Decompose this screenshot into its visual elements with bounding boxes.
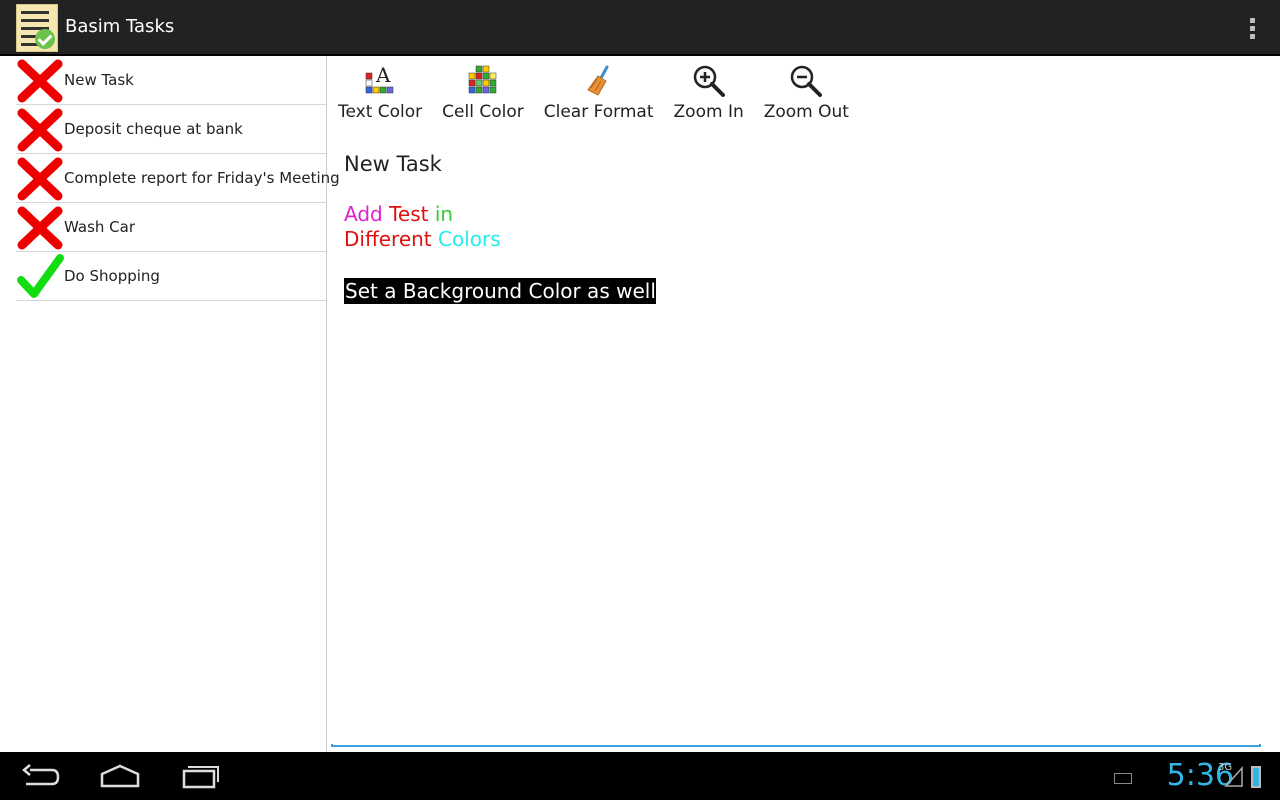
editor-title[interactable]: New Task (344, 152, 1244, 176)
overflow-menu-icon[interactable] (1248, 16, 1256, 40)
highlighted-text[interactable]: Set a Background Color as well (344, 278, 656, 304)
back-icon[interactable] (18, 762, 62, 790)
colored-word: Colors (438, 227, 501, 251)
task-label: Wash Car (64, 218, 135, 236)
incomplete-x-icon[interactable] (16, 205, 64, 251)
app-title: Basim Tasks (65, 16, 175, 37)
recent-apps-icon[interactable] (178, 762, 222, 790)
task-item-wash-car[interactable]: Wash Car (16, 203, 326, 252)
task-item-do-shopping[interactable]: Do Shopping (16, 252, 326, 301)
task-item-new-task[interactable]: New Task (16, 56, 326, 105)
check-badge-icon (35, 29, 55, 49)
format-toolbar: A Text Color Cell Color Clear Format Zoo… (328, 60, 859, 130)
colored-word: in (434, 202, 454, 226)
text-color-button[interactable]: A Text Color (328, 60, 432, 130)
task-list: New Task Deposit cheque at bank Complete… (0, 56, 340, 752)
task-label: Do Shopping (64, 267, 160, 285)
cell-color-icon (468, 65, 497, 94)
zoom-in-button[interactable]: Zoom In (664, 60, 754, 130)
colored-word: Test (389, 202, 429, 226)
task-item-deposit-cheque[interactable]: Deposit cheque at bank (16, 105, 326, 154)
incomplete-x-icon[interactable] (16, 156, 64, 202)
svg-text:A: A (375, 64, 391, 87)
zoom-in-icon (693, 65, 725, 97)
complete-check-icon[interactable] (16, 254, 64, 300)
incomplete-x-icon[interactable] (16, 58, 64, 104)
action-bar: Basim Tasks (0, 0, 1280, 56)
battery-icon (1251, 766, 1261, 788)
signal-icon (1224, 766, 1243, 787)
zoom-out-button[interactable]: Zoom Out (754, 60, 859, 130)
task-item-complete-report[interactable]: Complete report for Friday's Meeting (16, 154, 340, 203)
cell-color-button[interactable]: Cell Color (432, 60, 534, 130)
colored-word: Add (344, 202, 383, 226)
colored-word: Different (344, 227, 432, 251)
task-editor[interactable]: New Task Add Test in Different Colors Se… (344, 150, 1244, 304)
task-label: New Task (64, 71, 134, 89)
system-nav-bar: 5:36 3G (0, 752, 1280, 800)
clear-format-button[interactable]: Clear Format (534, 60, 664, 130)
broom-icon (586, 65, 609, 96)
keyboard-icon (1114, 773, 1132, 784)
zoom-out-icon (791, 65, 823, 97)
text-color-icon: A (365, 64, 394, 94)
task-label: Deposit cheque at bank (64, 120, 243, 138)
task-label: Complete report for Friday's Meeting (64, 169, 340, 187)
incomplete-x-icon[interactable] (16, 107, 64, 153)
edit-field-underline (331, 744, 1261, 747)
home-icon[interactable] (98, 762, 142, 790)
app-icon[interactable] (16, 4, 58, 52)
colored-text-block[interactable]: Add Test in Different Colors (344, 202, 1244, 252)
